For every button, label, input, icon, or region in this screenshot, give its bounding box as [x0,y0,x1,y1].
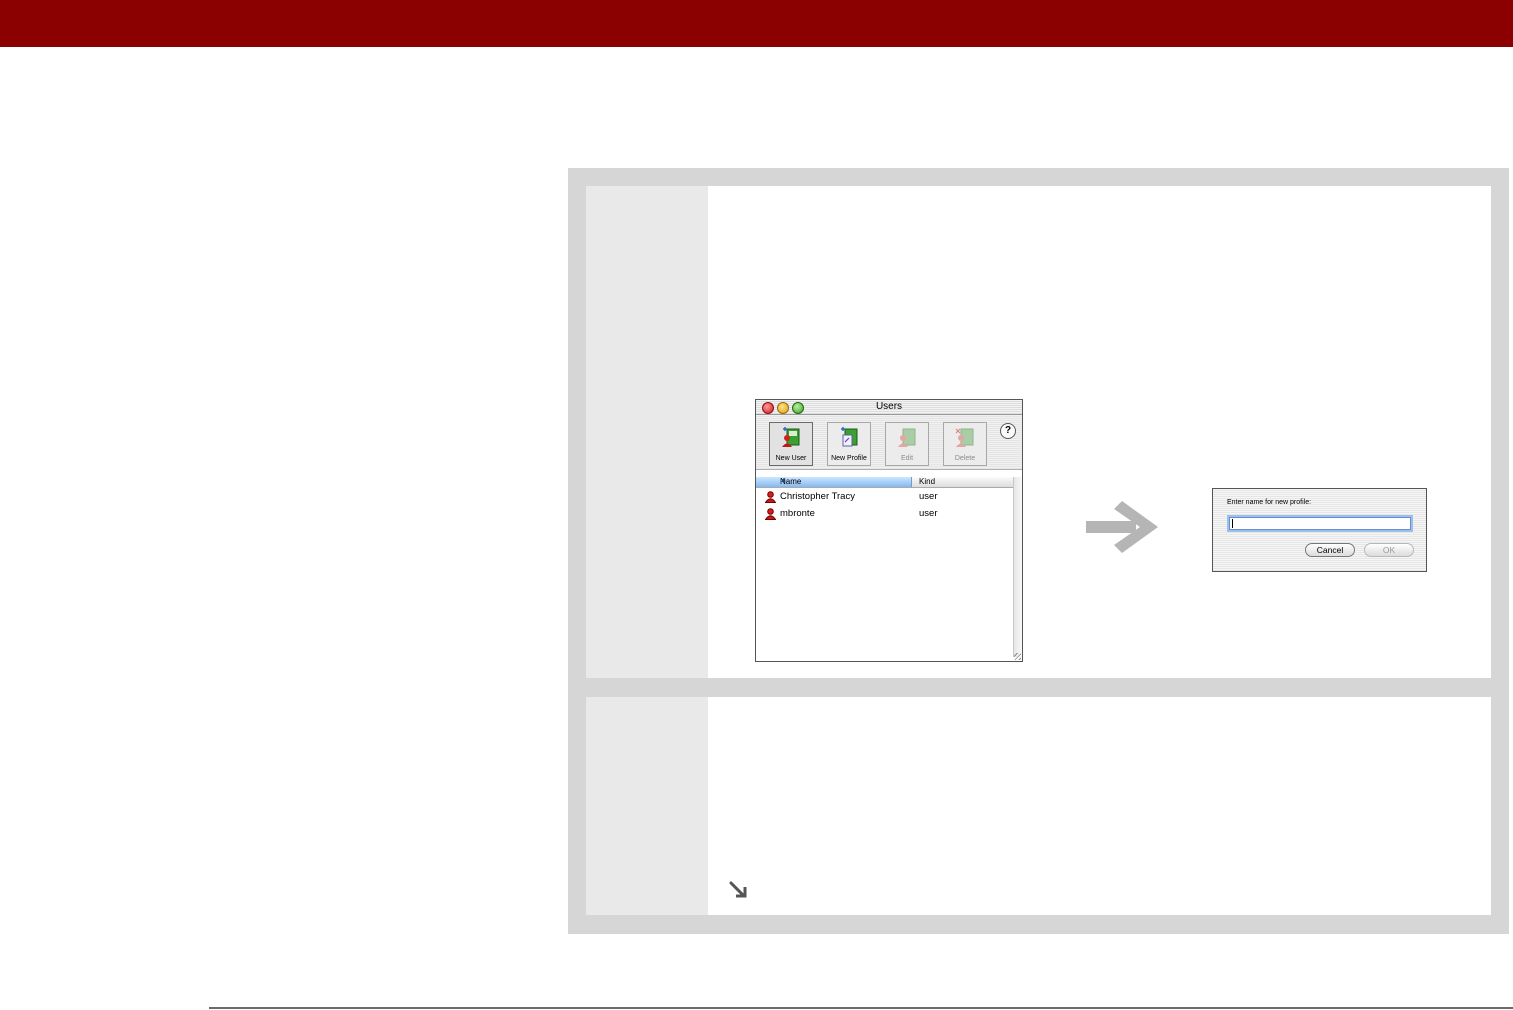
users-toolbar: New User New Profile Edit Delete ? [756,415,1022,470]
user-name: mbronte [780,508,815,519]
dialog-prompt: Enter name for new profile: [1227,499,1312,506]
user-icon [765,491,776,503]
new-user-button[interactable]: New User [769,422,813,466]
table-row[interactable]: mbronte user [756,506,1014,522]
sort-ascending-icon: ▲ [780,477,787,484]
new-user-label: New User [775,455,807,462]
delete-icon [955,428,974,447]
name-column-header[interactable]: Name ▲ [756,477,912,487]
user-name: Christopher Tracy [780,491,855,502]
step-1-content: Users New User New Profile Edit Delete ?… [708,186,1491,678]
step-2-number-column [586,697,708,915]
users-window-title: Users [875,401,903,412]
users-window-screenshot: Users New User New Profile Edit Delete ?… [755,399,1023,662]
step-1-number-column [586,186,708,678]
kind-column-header[interactable]: Kind [912,477,1014,487]
list-scrollbar[interactable] [1013,477,1022,657]
help-button[interactable]: ? [1000,423,1016,439]
right-arrow-icon [1086,501,1158,553]
users-window-titlebar: Users [756,400,1022,415]
user-kind: user [919,491,938,502]
new-profile-icon [841,427,858,447]
delete-label: Delete [954,455,976,462]
step-2-content [708,697,1491,915]
edit-label: Edit [900,455,914,462]
new-user-icon [782,427,800,447]
kind-column-label: Kind [919,477,936,486]
step-1: Users New User New Profile Edit Delete ?… [586,186,1491,678]
new-profile-button[interactable]: New Profile [827,422,871,466]
edit-button[interactable]: Edit [885,422,929,466]
header-bar [0,0,1513,47]
steps-panel: Users New User New Profile Edit Delete ?… [568,168,1509,934]
users-list-header: Name ▲ Kind [756,477,1014,488]
cancel-button[interactable]: Cancel [1305,543,1355,557]
footer-rule [209,1007,1513,1009]
ok-button[interactable]: OK [1364,543,1414,557]
edit-icon [898,428,916,447]
down-right-arrow-icon [729,881,747,898]
profile-name-input[interactable] [1229,517,1411,530]
step-2 [586,697,1491,915]
user-kind: user [919,508,938,519]
user-icon [765,508,776,520]
new-profile-label: New Profile [831,455,867,462]
new-profile-dialog-screenshot: Enter name for new profile: Cancel OK [1212,488,1427,572]
table-row[interactable]: Christopher Tracy user [756,489,1014,505]
delete-button[interactable]: Delete [943,422,987,466]
resize-grip-icon[interactable] [1014,653,1021,660]
